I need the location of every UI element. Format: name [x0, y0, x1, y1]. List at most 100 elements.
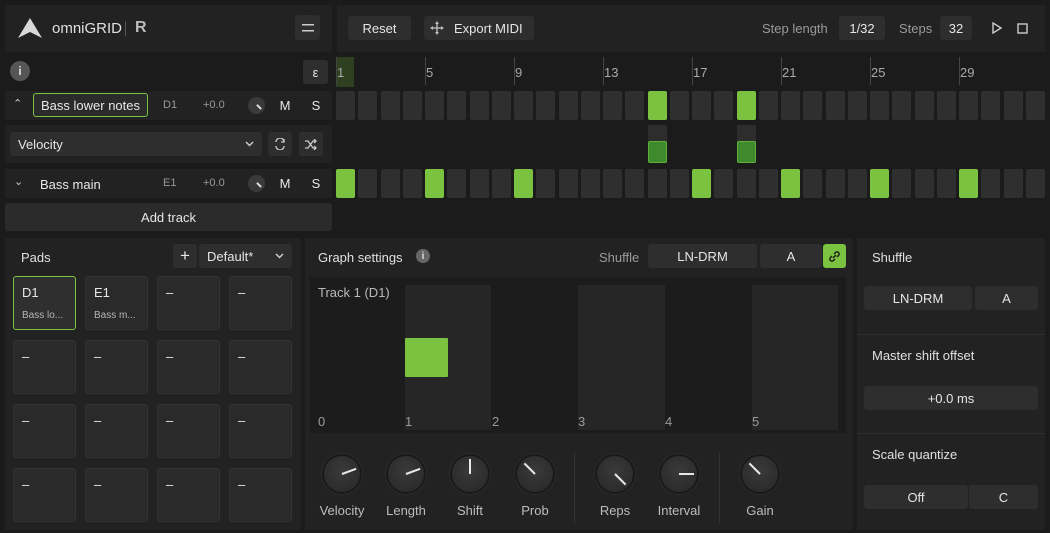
- pad-preset-select[interactable]: Default*: [199, 244, 292, 268]
- track-offset-2[interactable]: +0.0: [203, 177, 225, 189]
- collapse-icon[interactable]: ⌃: [13, 97, 22, 110]
- pad[interactable]: E1 Bass m...: [85, 276, 148, 330]
- pad[interactable]: –: [13, 340, 76, 394]
- knob-shift[interactable]: [450, 454, 490, 494]
- pad[interactable]: –: [157, 468, 220, 522]
- step-cell[interactable]: [959, 169, 978, 198]
- step-cell[interactable]: [669, 91, 689, 120]
- scale-quantize-select[interactable]: Off: [864, 485, 968, 509]
- step-cell[interactable]: [1003, 91, 1023, 120]
- step-cell[interactable]: [914, 91, 934, 120]
- step-cell[interactable]: [647, 91, 667, 120]
- expand-icon[interactable]: ⌄: [14, 175, 23, 188]
- step-cell[interactable]: [536, 91, 556, 120]
- info-button[interactable]: i: [10, 61, 30, 81]
- step-cell[interactable]: [358, 169, 378, 198]
- step-cell[interactable]: [425, 169, 444, 198]
- step-cell[interactable]: [336, 169, 355, 198]
- track-name-1[interactable]: Bass lower notes: [33, 93, 148, 117]
- pad[interactable]: –: [157, 276, 220, 330]
- step-cell[interactable]: [981, 91, 1001, 120]
- graph-info-icon[interactable]: i: [416, 249, 430, 263]
- step-cell[interactable]: [736, 169, 756, 198]
- step-cell[interactable]: [847, 91, 867, 120]
- knob-length[interactable]: [386, 454, 426, 494]
- knob-reps[interactable]: [595, 454, 635, 494]
- step-cell[interactable]: [758, 169, 778, 198]
- link-button[interactable]: [823, 244, 846, 268]
- step-length-select[interactable]: 1/32: [839, 16, 885, 40]
- step-cell[interactable]: [358, 91, 378, 120]
- pad[interactable]: –: [229, 404, 292, 458]
- step-cell[interactable]: [736, 91, 756, 120]
- knob-velocity[interactable]: [322, 454, 362, 494]
- step-cell[interactable]: [625, 169, 645, 198]
- step-cell[interactable]: [781, 91, 800, 120]
- pad[interactable]: –: [157, 404, 220, 458]
- step-cell[interactable]: [603, 91, 622, 120]
- step-cell[interactable]: [625, 91, 645, 120]
- step-cell[interactable]: [959, 91, 978, 120]
- stop-button[interactable]: [1011, 16, 1033, 40]
- step-cell[interactable]: [870, 169, 889, 198]
- menu-button[interactable]: [295, 15, 320, 40]
- step-cell[interactable]: [936, 91, 956, 120]
- add-track-button[interactable]: Add track: [5, 203, 332, 231]
- step-cell[interactable]: [1025, 169, 1045, 198]
- step-cell[interactable]: [847, 169, 867, 198]
- step-cell[interactable]: [714, 169, 734, 198]
- track-knob-2[interactable]: [248, 175, 265, 192]
- step-cell[interactable]: [425, 91, 444, 120]
- step-cell[interactable]: [469, 169, 489, 198]
- track-note-2[interactable]: E1: [163, 177, 176, 189]
- step-cell[interactable]: [692, 91, 711, 120]
- step-cell[interactable]: [758, 91, 778, 120]
- export-midi-button[interactable]: Export MIDI: [424, 16, 534, 40]
- knob-gain[interactable]: [740, 454, 780, 494]
- step-cell[interactable]: [1003, 169, 1023, 198]
- step-cell[interactable]: [491, 169, 511, 198]
- add-pad-button[interactable]: +: [173, 244, 197, 268]
- randomize-lane-button[interactable]: [299, 132, 323, 156]
- step-cell[interactable]: [514, 169, 533, 198]
- step-cell[interactable]: [936, 169, 956, 198]
- pad[interactable]: –: [13, 404, 76, 458]
- pad[interactable]: –: [85, 340, 148, 394]
- step-cell[interactable]: [692, 169, 711, 198]
- step-cell[interactable]: [336, 91, 355, 120]
- velocity-bar[interactable]: [736, 141, 756, 163]
- step-cell[interactable]: [803, 91, 823, 120]
- step-cell[interactable]: [558, 169, 578, 198]
- step-cell[interactable]: [603, 169, 622, 198]
- reset-button[interactable]: Reset: [348, 16, 411, 40]
- step-cell[interactable]: [558, 91, 578, 120]
- step-cell[interactable]: [914, 169, 934, 198]
- track-offset-1[interactable]: +0.0: [203, 99, 225, 111]
- graph-shuffle-select[interactable]: LN-DRM: [648, 244, 757, 268]
- step-cell[interactable]: [781, 169, 800, 198]
- step-cell[interactable]: [825, 91, 845, 120]
- step-cell[interactable]: [803, 169, 823, 198]
- side-shuffle-select[interactable]: LN-DRM: [864, 286, 972, 310]
- pad[interactable]: –: [85, 468, 148, 522]
- pad[interactable]: –: [157, 340, 220, 394]
- step-cell[interactable]: [870, 91, 889, 120]
- pad[interactable]: –: [229, 468, 292, 522]
- graph-shuffle-variant[interactable]: A: [760, 244, 822, 268]
- step-cell[interactable]: [714, 91, 734, 120]
- velocity-bar[interactable]: [647, 141, 667, 163]
- track-name-2[interactable]: Bass main: [40, 177, 101, 192]
- step-cell[interactable]: [580, 169, 600, 198]
- mute-button-1[interactable]: M: [274, 93, 296, 117]
- master-shift-value[interactable]: +0.0 ms: [864, 386, 1038, 410]
- step-cell[interactable]: [536, 169, 556, 198]
- pad[interactable]: –: [85, 404, 148, 458]
- track-knob-1[interactable]: [248, 97, 265, 114]
- side-shuffle-variant[interactable]: A: [975, 286, 1038, 310]
- step-cell[interactable]: [647, 169, 667, 198]
- step-cell[interactable]: [447, 169, 467, 198]
- epsilon-button[interactable]: ε: [303, 60, 328, 84]
- step-cell[interactable]: [491, 91, 511, 120]
- step-cell[interactable]: [1025, 91, 1045, 120]
- step-cell[interactable]: [447, 91, 467, 120]
